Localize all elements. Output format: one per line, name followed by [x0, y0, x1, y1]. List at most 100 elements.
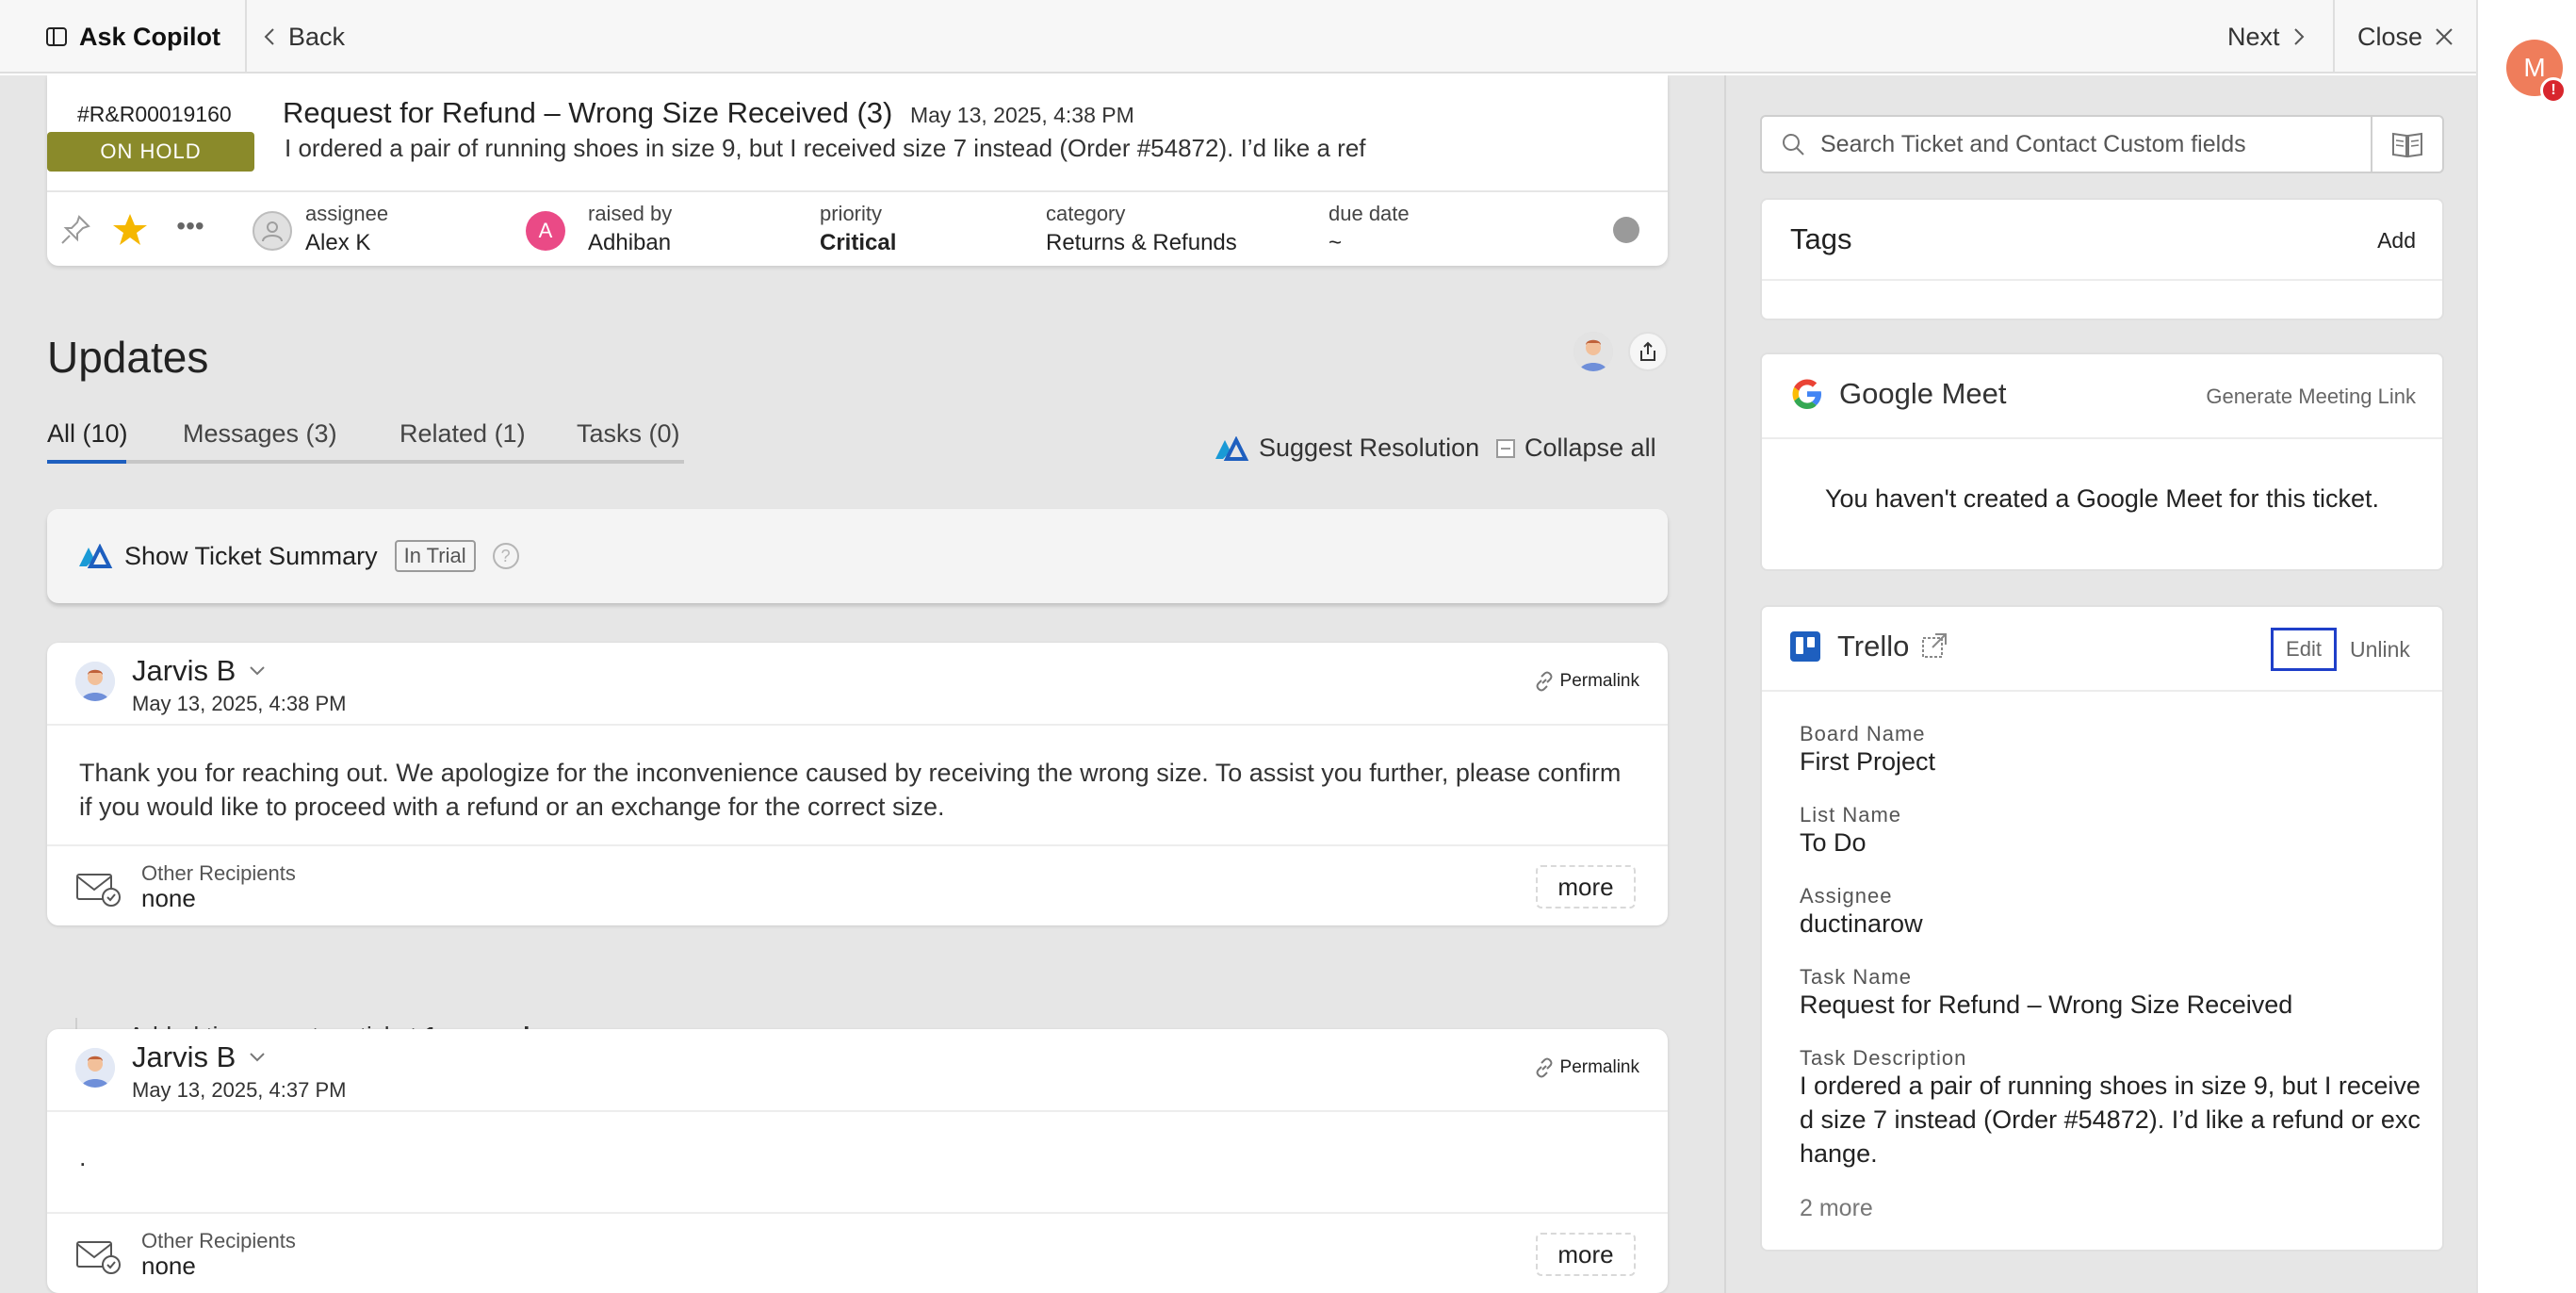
mail-check-icon — [76, 1241, 121, 1274]
task-name-value: Request for Refund – Wrong Size Received — [1800, 990, 2293, 1019]
pin-icon[interactable] — [58, 213, 92, 247]
author-name-text: Jarvis B — [132, 1040, 236, 1073]
more-button[interactable]: more — [1536, 1233, 1636, 1276]
author-avatar — [75, 662, 115, 701]
topbar-divider — [2333, 0, 2335, 74]
assignee-value: Alex K — [305, 230, 371, 255]
priority-value: Critical — [820, 230, 897, 255]
chevron-down-icon[interactable] — [249, 665, 266, 677]
external-link-icon[interactable] — [1920, 631, 1948, 660]
author-name[interactable]: Jarvis B — [132, 1040, 266, 1074]
list-name-label: List Name — [1800, 803, 1902, 827]
next-button[interactable]: Next — [2227, 0, 2307, 74]
generate-meeting-link-button[interactable]: Generate Meeting Link — [2206, 385, 2416, 409]
tab-messages[interactable]: Messages (3) — [183, 415, 337, 460]
tab-all[interactable]: All (10) — [47, 415, 128, 460]
message-date: May 13, 2025, 4:38 PM — [132, 692, 347, 715]
suggest-resolution-button[interactable]: Suggest Resolution — [1214, 434, 1479, 463]
other-recipients-value: none — [141, 884, 196, 912]
ai-logo-icon — [79, 544, 113, 568]
person-icon — [262, 221, 283, 242]
chevron-down-icon[interactable] — [249, 1052, 266, 1063]
list-name-value: To Do — [1800, 828, 1867, 857]
close-button[interactable]: Close — [2357, 0, 2454, 74]
permalink-label: Permalink — [1559, 1057, 1639, 1077]
tags-header: Tags Add — [1762, 200, 2442, 281]
ticket-date: May 13, 2025, 4:38 PM — [909, 103, 1134, 127]
message-footer: Other Recipients none more — [47, 844, 1668, 925]
link-icon — [1536, 671, 1553, 692]
priority-label: priority — [820, 202, 883, 225]
chevron-left-icon — [264, 28, 274, 45]
ticket-summary-bar[interactable]: Show Ticket Summary In Trial ? — [47, 509, 1668, 603]
back-button[interactable]: Back — [262, 0, 345, 74]
google-meet-panel: Google Meet Generate Meeting Link You ha… — [1760, 352, 2444, 571]
ticket-id: #R&R00019160 — [77, 102, 232, 126]
trello-logo-icon — [1790, 631, 1820, 662]
share-button[interactable] — [1628, 332, 1668, 371]
ask-copilot-button[interactable]: Ask Copilot — [0, 0, 247, 74]
knowledge-base-button[interactable] — [2372, 115, 2444, 173]
message-body: Thank you for reaching out. We apologize… — [79, 759, 1622, 821]
task-description-label: Task Description — [1800, 1046, 1967, 1070]
raised-by-avatar: A — [526, 211, 565, 251]
tab-tasks[interactable]: Tasks (0) — [577, 415, 680, 460]
ticket-title-text: Request for Refund – Wrong Size Received — [283, 96, 849, 129]
raised-by-initial: A — [538, 219, 553, 242]
other-recipients-label: Other Recipients — [141, 1229, 296, 1252]
collapse-checkbox[interactable] — [1496, 438, 1515, 458]
google-logo-icon — [1792, 379, 1821, 409]
user-avatar-initial: M — [2523, 53, 2546, 82]
updates-tabs: All (10) Messages (3) Related (1) Tasks … — [47, 415, 684, 464]
top-bar: Ask Copilot Back Next Close — [0, 0, 2476, 74]
main-content: #R&R00019160 ON HOLD Request for Refund … — [0, 75, 1724, 1293]
share-icon — [1640, 341, 1655, 361]
sidebar-panel-icon — [46, 27, 67, 46]
star-icon[interactable] — [111, 211, 149, 249]
task-name-label: Task Name — [1800, 965, 1913, 989]
ticket-message-count: (3) — [856, 96, 893, 129]
assignee-label: assignee — [305, 202, 389, 225]
raised-by-label: raised by — [588, 202, 673, 225]
ask-copilot-label: Ask Copilot — [79, 22, 221, 51]
show-more-fields-link[interactable]: 2 more — [1800, 1195, 1873, 1222]
book-icon — [2392, 132, 2422, 158]
presence-dot — [1613, 217, 1639, 243]
tab-related[interactable]: Related (1) — [399, 415, 526, 460]
next-label: Next — [2227, 22, 2280, 51]
board-name-label: Board Name — [1800, 722, 1926, 745]
agent-avatar[interactable] — [1573, 332, 1613, 371]
raised-by-value: Adhiban — [588, 230, 672, 255]
author-name[interactable]: Jarvis B — [132, 654, 266, 688]
ticket-meta-bar: ••• assignee Alex K A raised by Adhiban … — [47, 192, 1668, 266]
status-badge[interactable]: ON HOLD — [47, 132, 254, 172]
show-ticket-summary-label: Show Ticket Summary — [124, 541, 378, 570]
permalink-button[interactable]: Permalink — [1534, 671, 1639, 692]
help-icon[interactable]: ? — [492, 543, 519, 569]
more-button[interactable]: more — [1536, 865, 1636, 908]
due-date-value: ~ — [1329, 230, 1343, 255]
ticket-card: #R&R00019160 ON HOLD Request for Refund … — [47, 75, 1668, 266]
more-options-icon[interactable]: ••• — [173, 213, 207, 243]
assignee-field[interactable]: assignee Alex K — [305, 192, 388, 266]
suggest-resolution-label: Suggest Resolution — [1259, 434, 1480, 462]
category-field[interactable]: category Returns & Refunds — [1046, 192, 1237, 266]
link-icon — [1536, 1057, 1553, 1078]
updates-title: Updates — [47, 333, 209, 382]
trello-unlink-button[interactable]: Unlink — [2350, 637, 2410, 663]
close-icon — [2436, 28, 2453, 45]
trello-edit-button[interactable]: Edit — [2271, 628, 2337, 671]
other-recipients-value: none — [141, 1252, 196, 1280]
trello-panel: Trello Edit Unlink Board Name First Proj… — [1760, 605, 2444, 1252]
permalink-label: Permalink — [1559, 671, 1639, 691]
priority-field[interactable]: priority Critical — [820, 192, 896, 266]
search-input[interactable] — [1820, 130, 2348, 158]
back-label: Back — [288, 22, 346, 51]
permalink-button[interactable]: Permalink — [1534, 1057, 1639, 1078]
tags-panel: Tags Add — [1760, 198, 2444, 320]
board-name-value: First Project — [1800, 747, 1936, 776]
due-date-field[interactable]: due date ~ — [1329, 192, 1410, 266]
trello-header: Trello Edit Unlink — [1762, 607, 2442, 692]
add-tag-button[interactable]: Add — [2377, 228, 2416, 254]
collapse-all-toggle[interactable]: Collapse all — [1496, 434, 1656, 463]
